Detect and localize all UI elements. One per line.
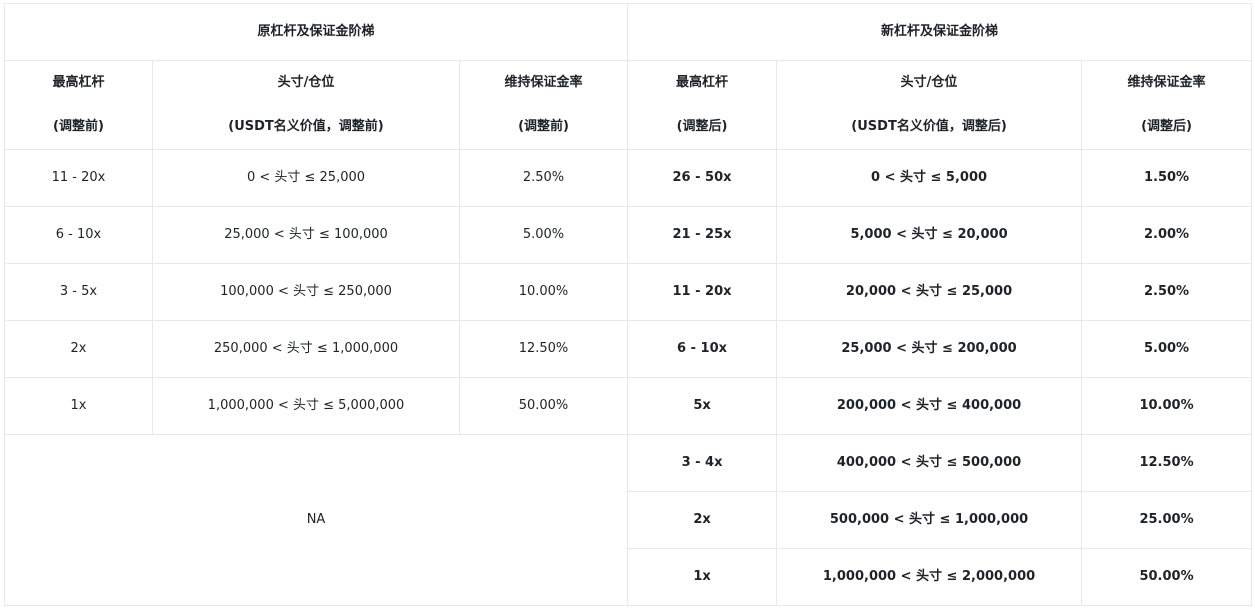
new-leverage-cell: 5x	[627, 377, 778, 435]
new-position-cell: 0 < 头寸 ≤ 5,000	[776, 149, 1083, 207]
leverage-margin-tier-table: 原杠杆及保证金阶梯 新杠杆及保证金阶梯 最高杠杆 (调整前) 头寸/仓位 (US…	[3, 3, 1253, 606]
old-leverage-cell: 2x	[4, 320, 153, 378]
group-header-row: 原杠杆及保证金阶梯 新杠杆及保证金阶梯	[3, 3, 1253, 61]
new-leverage-cell: 26 - 50x	[627, 149, 778, 207]
new-margin-cell: 2.50%	[1081, 263, 1253, 321]
new-position-cell: 500,000 < 头寸 ≤ 1,000,000	[776, 491, 1083, 549]
table-row: 11 - 20x 0 < 头寸 ≤ 25,000 2.50% 26 - 50x …	[4, 149, 1253, 207]
old-na-cell: NA	[3, 434, 629, 606]
column-header-row: 最高杠杆 (调整前) 头寸/仓位 (USDT名义价值，调整前) 维持保证金率 (…	[4, 60, 1253, 150]
old-margin-header: 维持保证金率 (调整前)	[458, 60, 629, 150]
old-margin-cell: 12.50%	[458, 320, 629, 378]
old-margin-cell: 5.00%	[458, 206, 629, 264]
old-position-cell: 250,000 < 头寸 ≤ 1,000,000	[152, 320, 460, 378]
table-row: 6 - 10x 25,000 < 头寸 ≤ 100,000 5.00% 21 -…	[4, 206, 1253, 264]
new-leverage-cell: 11 - 20x	[627, 263, 778, 321]
new-position-header: 头寸/仓位 (USDT名义价值，调整后)	[776, 60, 1083, 150]
new-margin-cell: 2.00%	[1081, 206, 1253, 264]
old-position-cell: 1,000,000 < 头寸 ≤ 5,000,000	[152, 377, 460, 435]
table-row: NA 3 - 4x 400,000 < 头寸 ≤ 500,000 12.50%	[3, 434, 1253, 606]
new-position-cell: 25,000 < 头寸 ≤ 200,000	[776, 320, 1083, 378]
old-position-header: 头寸/仓位 (USDT名义价值，调整前)	[152, 60, 460, 150]
new-position-cell: 1,000,000 < 头寸 ≤ 2,000,000	[776, 548, 1083, 606]
old-position-cell: 25,000 < 头寸 ≤ 100,000	[152, 206, 460, 264]
new-position-cell: 400,000 < 头寸 ≤ 500,000	[776, 434, 1083, 492]
new-leverage-cell: 6 - 10x	[627, 320, 778, 378]
old-margin-cell: 2.50%	[458, 149, 629, 207]
table-row: 1x 1,000,000 < 头寸 ≤ 5,000,000 50.00% 5x …	[4, 377, 1253, 435]
old-leverage-cell: 11 - 20x	[4, 149, 153, 207]
old-group-title: 原杠杆及保证金阶梯	[3, 3, 629, 61]
new-position-cell: 5,000 < 头寸 ≤ 20,000	[776, 206, 1083, 264]
new-margin-cell: 50.00%	[1081, 548, 1253, 606]
new-position-cell: 200,000 < 头寸 ≤ 400,000	[776, 377, 1083, 435]
new-position-cell: 20,000 < 头寸 ≤ 25,000	[776, 263, 1083, 321]
new-margin-cell: 25.00%	[1081, 491, 1253, 549]
old-margin-cell: 10.00%	[458, 263, 629, 321]
new-margin-cell: 5.00%	[1081, 320, 1253, 378]
new-margin-cell: 12.50%	[1081, 434, 1253, 492]
old-leverage-header: 最高杠杆 (调整前)	[4, 60, 153, 150]
old-leverage-cell: 3 - 5x	[4, 263, 153, 321]
new-leverage-cell: 1x	[627, 548, 778, 606]
new-group-title: 新杠杆及保证金阶梯	[627, 3, 1253, 61]
old-leverage-cell: 6 - 10x	[4, 206, 153, 264]
old-position-cell: 100,000 < 头寸 ≤ 250,000	[152, 263, 460, 321]
new-margin-header: 维持保证金率 (调整后)	[1081, 60, 1253, 150]
old-margin-cell: 50.00%	[458, 377, 629, 435]
table-row: 2x 250,000 < 头寸 ≤ 1,000,000 12.50% 6 - 1…	[4, 320, 1253, 378]
new-leverage-cell: 21 - 25x	[627, 206, 778, 264]
new-leverage-cell: 3 - 4x	[627, 434, 778, 492]
table-row: 3 - 5x 100,000 < 头寸 ≤ 250,000 10.00% 11 …	[4, 263, 1253, 321]
new-margin-cell: 10.00%	[1081, 377, 1253, 435]
old-position-cell: 0 < 头寸 ≤ 25,000	[152, 149, 460, 207]
old-leverage-cell: 1x	[4, 377, 153, 435]
new-leverage-cell: 2x	[627, 491, 778, 549]
new-leverage-header: 最高杠杆 (调整后)	[627, 60, 778, 150]
new-margin-cell: 1.50%	[1081, 149, 1253, 207]
